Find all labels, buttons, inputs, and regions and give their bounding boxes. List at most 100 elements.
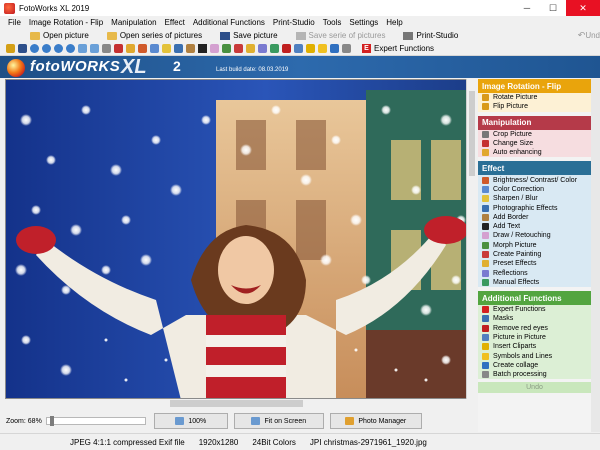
rotate-180-icon[interactable] [66, 44, 75, 53]
color-icon [482, 185, 489, 193]
panel-item-label: Draw / Retouching [493, 232, 551, 240]
vertical-scrollbar[interactable] [466, 79, 477, 399]
panel-item-morph-picture[interactable]: Morph Picture [478, 241, 591, 250]
collage-icon[interactable] [330, 44, 339, 53]
manual-icon[interactable] [270, 44, 279, 53]
panel-item-expert-functions[interactable]: Expert Functions [478, 305, 591, 314]
status-colors: 24Bit Colors [252, 437, 296, 447]
panel-item-draw-retouching[interactable]: Draw / Retouching [478, 231, 591, 240]
panel-item-change-size[interactable]: Change Size [478, 139, 591, 148]
expert-functions-button[interactable]: E Expert Functions [362, 44, 434, 53]
color-icon[interactable] [150, 44, 159, 53]
panel-item-add-border[interactable]: Add Border [478, 213, 591, 222]
flip-horizontal-icon[interactable] [78, 44, 87, 53]
open-icon[interactable] [6, 44, 15, 53]
menu-help[interactable]: Help [382, 18, 406, 27]
crop-icon[interactable] [102, 44, 111, 53]
zoom-100-button[interactable]: 100% [153, 413, 228, 429]
photo-manager-button[interactable]: Photo Manager [329, 413, 422, 429]
panel-item-remove-red-eyes[interactable]: Remove red eyes [478, 324, 591, 333]
minimize-button[interactable]: ─ [514, 0, 540, 16]
panel-item-masks[interactable]: Masks [478, 314, 591, 323]
panel-item-flip-picture[interactable]: Flip Picture [478, 102, 591, 111]
panel-item-auto-enhancing[interactable]: Auto enhancing [478, 148, 591, 157]
panel-item-label: Brightness/ Contrast/ Color [493, 176, 578, 184]
print-studio-button[interactable]: Print-Studio [403, 31, 458, 40]
section-effect-header[interactable]: Effect [478, 161, 591, 176]
photo-canvas [6, 80, 476, 398]
undo-button[interactable]: ↶ Und [578, 30, 600, 41]
open-series-button[interactable]: Open series of pictures [106, 31, 202, 40]
section-image-rotation-header[interactable]: Image Rotation - Flip [478, 79, 591, 93]
section-additional-header[interactable]: Additional Functions [478, 291, 591, 306]
rotate-left-icon[interactable] [30, 44, 39, 53]
panel-item-batch-processing[interactable]: Batch processing [478, 370, 591, 379]
save-icon[interactable] [18, 44, 27, 53]
draw-icon[interactable] [210, 44, 219, 53]
star-icon[interactable] [318, 44, 327, 53]
horizontal-scroll-thumb[interactable] [170, 400, 303, 407]
panel-item-create-collage[interactable]: Create collage [478, 361, 591, 370]
panel-item-color-correction[interactable]: Color Correction [478, 185, 591, 194]
horizontal-scrollbar[interactable] [5, 399, 477, 408]
fit-on-screen-button[interactable]: Fit on Screen [233, 413, 324, 429]
picture-in-picture-icon[interactable] [294, 44, 303, 53]
menu-file[interactable]: File [4, 18, 25, 27]
section-manipulation: Crop Picture Change Size Auto enhancing [478, 129, 591, 158]
resize-icon[interactable] [114, 44, 123, 53]
panel-item-preset-effects[interactable]: Preset Effects [478, 259, 591, 268]
rotate-right-icon[interactable] [42, 44, 51, 53]
panel-item-brightness[interactable]: Brightness/ Contrast/ Color [478, 175, 591, 184]
menu-image-rotation[interactable]: Image Rotation - Flip [25, 18, 107, 27]
batch-icon[interactable] [342, 44, 351, 53]
section-manipulation-header[interactable]: Manipulation [478, 115, 591, 130]
flip-vertical-icon[interactable] [90, 44, 99, 53]
clipart-icon[interactable] [306, 44, 315, 53]
symbols-icon [482, 352, 489, 360]
effects-icon[interactable] [174, 44, 183, 53]
panel-undo-button[interactable]: Undo [478, 382, 591, 394]
open-picture-button[interactable]: Open picture [30, 31, 89, 40]
rotate-icon[interactable] [54, 44, 63, 53]
maximize-button[interactable]: ☐ [540, 0, 566, 16]
panel-item-create-painting[interactable]: Create Painting [478, 250, 591, 259]
menu-effect[interactable]: Effect [161, 18, 189, 27]
morph-icon[interactable] [222, 44, 231, 53]
red-eye-icon[interactable] [282, 44, 291, 53]
panel-item-add-text[interactable]: Add Text [478, 222, 591, 231]
text-icon[interactable] [198, 44, 207, 53]
brightness-icon[interactable] [138, 44, 147, 53]
panel-item-sharpen-blur[interactable]: Sharpen / Blur [478, 194, 591, 203]
save-picture-button[interactable]: Save picture [220, 31, 278, 40]
panel-item-symbols-lines[interactable]: Symbols and Lines [478, 352, 591, 361]
image-viewer[interactable] [5, 79, 477, 399]
preset-icon[interactable] [246, 44, 255, 53]
menu-settings[interactable]: Settings [345, 18, 382, 27]
menu-print-studio[interactable]: Print-Studio [269, 18, 319, 27]
panel-item-manual-effects[interactable]: Manual Effects [478, 278, 591, 287]
menu-tools[interactable]: Tools [319, 18, 346, 27]
expert-icon [482, 306, 489, 314]
panel-item-label: Preset Effects [493, 260, 537, 268]
vertical-scroll-thumb[interactable] [469, 91, 475, 176]
zoom-slider-knob[interactable] [49, 416, 54, 426]
border-icon[interactable] [186, 44, 195, 53]
save-series-button[interactable]: Save serie of pictures [295, 31, 385, 40]
logo-version: 2 [173, 58, 181, 74]
panel-item-insert-cliparts[interactable]: Insert Cliparts [478, 342, 591, 351]
red-eye-icon [482, 324, 489, 332]
panel-item-label: Manual Effects [493, 278, 540, 286]
reflection-icon[interactable] [258, 44, 267, 53]
panel-item-picture-in-picture[interactable]: Picture in Picture [478, 333, 591, 342]
panel-item-rotate-picture[interactable]: Rotate Picture [478, 93, 591, 102]
panel-item-photographic-effects[interactable]: Photographic Effects [478, 203, 591, 212]
painting-icon[interactable] [234, 44, 243, 53]
panel-item-reflections[interactable]: Reflections [478, 268, 591, 277]
menu-additional-functions[interactable]: Additional Functions [189, 18, 269, 27]
close-button[interactable]: ✕ [566, 0, 600, 16]
panel-item-crop-picture[interactable]: Crop Picture [478, 130, 591, 139]
sharpen-icon[interactable] [162, 44, 171, 53]
menu-manipulation[interactable]: Manipulation [107, 18, 160, 27]
zoom-slider[interactable] [45, 416, 146, 426]
auto-enhance-icon[interactable] [126, 44, 135, 53]
